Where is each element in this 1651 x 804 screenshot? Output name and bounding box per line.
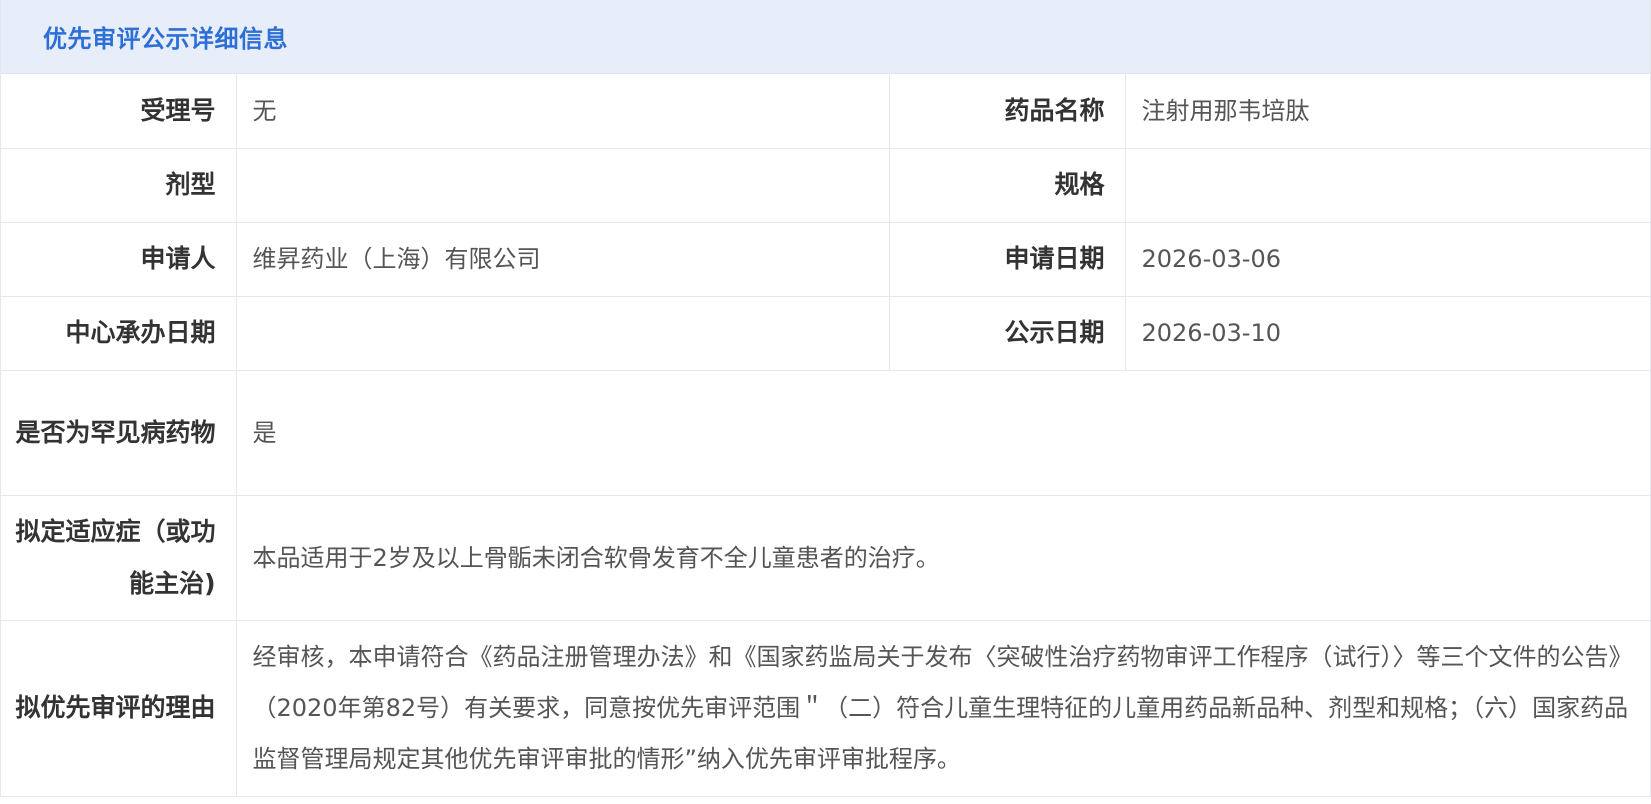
reason-label: 拟优先审评的理由 bbox=[1, 620, 237, 797]
dosage-form-value bbox=[236, 148, 890, 223]
acceptance-no-label: 受理号 bbox=[1, 74, 237, 149]
dosage-form-label: 剂型 bbox=[1, 148, 237, 223]
applicant-value: 维昇药业（上海）有限公司 bbox=[236, 222, 890, 297]
reason-value: 经审核，本申请符合《药品注册管理办法》和《国家药监局关于发布〈突破性治疗药物审评… bbox=[236, 620, 1651, 797]
specification-label: 规格 bbox=[889, 148, 1126, 223]
table-row: 是否为罕见病药物 是 bbox=[1, 370, 1651, 496]
panel-title: 优先审评公示详细信息 bbox=[43, 25, 288, 53]
drug-name-label: 药品名称 bbox=[889, 74, 1126, 149]
rare-disease-label: 是否为罕见病药物 bbox=[1, 370, 237, 496]
table-row: 剂型 规格 bbox=[1, 148, 1651, 223]
detail-panel: 优先审评公示详细信息 受理号 无 药品名称 注射用那韦培肽 剂型 规格 申请人 … bbox=[0, 0, 1651, 797]
table-row: 拟定适应症（或功能主治) 本品适用于2岁及以上骨骺未闭合软骨发育不全儿童患者的治… bbox=[1, 495, 1651, 621]
rare-disease-value: 是 bbox=[236, 370, 1651, 496]
table-row: 中心承办日期 公示日期 2026-03-10 bbox=[1, 296, 1651, 371]
drug-name-value: 注射用那韦培肽 bbox=[1125, 74, 1651, 149]
center-date-label: 中心承办日期 bbox=[1, 296, 237, 371]
table-row: 受理号 无 药品名称 注射用那韦培肽 bbox=[1, 74, 1651, 149]
application-date-label: 申请日期 bbox=[889, 222, 1126, 297]
application-date-value: 2026-03-06 bbox=[1125, 222, 1651, 297]
table-row: 拟优先审评的理由 经审核，本申请符合《药品注册管理办法》和《国家药监局关于发布〈… bbox=[1, 620, 1651, 797]
indication-label: 拟定适应症（或功能主治) bbox=[1, 495, 237, 621]
table-row: 申请人 维昇药业（上海）有限公司 申请日期 2026-03-06 bbox=[1, 222, 1651, 297]
center-date-value bbox=[236, 296, 890, 371]
panel-header: 优先审评公示详细信息 bbox=[1, 0, 1650, 74]
publicity-date-value: 2026-03-10 bbox=[1125, 296, 1651, 371]
acceptance-no-value: 无 bbox=[236, 74, 890, 149]
applicant-label: 申请人 bbox=[1, 222, 237, 297]
specification-value bbox=[1125, 148, 1651, 223]
detail-table: 受理号 无 药品名称 注射用那韦培肽 剂型 规格 申请人 维昇药业（上海）有限公… bbox=[1, 74, 1651, 797]
indication-value: 本品适用于2岁及以上骨骺未闭合软骨发育不全儿童患者的治疗。 bbox=[236, 495, 1651, 621]
publicity-date-label: 公示日期 bbox=[889, 296, 1126, 371]
